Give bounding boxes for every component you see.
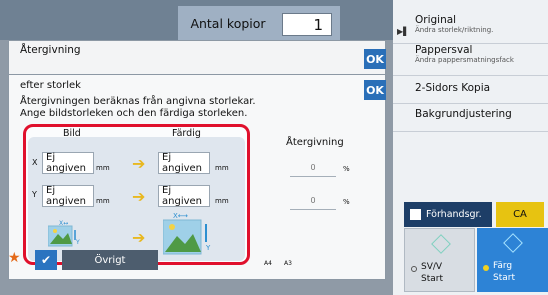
right-item-sub: Ändra pappersmatningsfack <box>415 56 514 64</box>
preview-icon <box>410 209 421 220</box>
right-item-original[interactable]: Original Ändra storlek/riktning. <box>393 14 548 44</box>
column-header-fardig: Färdig <box>172 128 201 139</box>
image-small-icon: X↔ Y <box>48 220 80 247</box>
check-icon[interactable]: ✔ <box>35 250 57 270</box>
ok-button[interactable]: OK <box>364 80 386 100</box>
farg-dot <box>483 265 489 271</box>
ca-button[interactable]: CA <box>496 202 544 227</box>
sv-start-label: Start <box>421 274 443 284</box>
farg-start-button[interactable]: Färg Start <box>477 228 548 292</box>
dialog-title: efter storlek <box>20 80 81 91</box>
y-fardig-field[interactable]: Ej angiven <box>158 185 210 207</box>
image-large-icon: X⟷ Y <box>163 212 211 255</box>
copies-label: Antal kopior <box>190 15 266 31</box>
ok-button[interactable]: OK <box>364 49 386 69</box>
right-item-sub: Ändra storlek/riktning. <box>415 26 494 34</box>
atergivning-x-value: 0 <box>290 163 336 177</box>
atergivning-label: Återgivning <box>286 137 344 148</box>
column-header-bild: Bild <box>63 128 81 139</box>
right-item-title: 2-Sidors Kopia <box>415 82 491 94</box>
unit-label: mm <box>215 197 229 205</box>
svg-text:Y: Y <box>75 239 80 246</box>
unit-label: mm <box>96 197 110 205</box>
x-fardig-field[interactable]: Ej angiven <box>158 152 210 174</box>
row-label-x: X <box>32 158 38 167</box>
paper-tray-indicator: A4 A3 <box>262 250 382 270</box>
percent-label: % <box>343 165 350 173</box>
percent-label: % <box>343 198 350 206</box>
right-item-pappersval[interactable]: Pappersval Ändra pappersmatningsfack <box>393 44 548 76</box>
svg-text:Y: Y <box>205 244 211 252</box>
svg-text:X↔: X↔ <box>59 220 68 227</box>
atergivning-y-value: 0 <box>290 196 336 210</box>
preview-button[interactable]: Förhandsgr. <box>404 202 492 227</box>
arrow-right-icon: ➔ <box>132 228 146 247</box>
x-bild-field[interactable]: Ej angiven <box>42 152 94 174</box>
description-line: Ange bildstorleken och den färdiga storl… <box>20 108 248 119</box>
favorite-star-icon[interactable]: ★ <box>8 250 30 270</box>
copies-input[interactable]: 1 <box>282 13 332 36</box>
preview-label: Förhandsgr. <box>426 209 482 220</box>
arrow-right-icon: ➔ <box>132 154 146 173</box>
row-label-y: Y <box>32 190 37 199</box>
paper-label: A4 <box>264 260 272 267</box>
farg-label: Färg <box>493 261 513 271</box>
right-item-title: Original <box>415 14 457 26</box>
unit-label: mm <box>215 164 229 172</box>
diamond-icon <box>503 233 523 253</box>
right-item-bakgrund[interactable]: Bakgrundjustering <box>393 104 548 132</box>
paper-label: A3 <box>284 260 292 267</box>
y-bild-field[interactable]: Ej angiven <box>42 185 94 207</box>
unit-label: mm <box>96 164 110 172</box>
right-item-title: Bakgrundjustering <box>415 108 512 120</box>
diamond-icon <box>431 234 451 254</box>
right-item-title: Pappersval <box>415 44 473 56</box>
ovrigt-button[interactable]: Övrigt <box>62 250 158 270</box>
right-item-2-sidors[interactable]: 2-Sidors Kopia <box>393 76 548 104</box>
sv-start-button[interactable]: SV/V Start <box>404 228 475 292</box>
svg-text:X⟷: X⟷ <box>173 212 188 220</box>
sv-dot <box>411 266 417 272</box>
dialog-title: Återgivning <box>20 44 81 56</box>
farg-start-label: Start <box>493 273 515 283</box>
sv-label: SV/V <box>421 262 443 272</box>
description-line: Återgivningen beräknas från angivna stor… <box>20 96 256 107</box>
arrow-right-icon: ➔ <box>132 187 146 206</box>
